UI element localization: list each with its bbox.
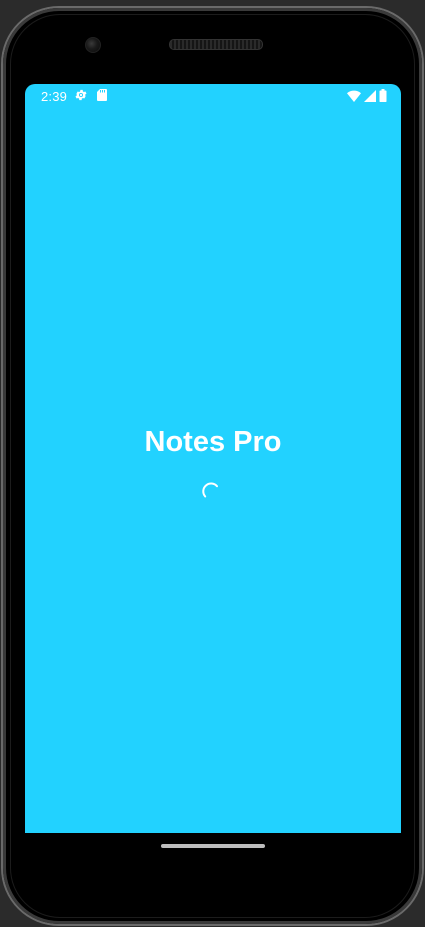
- progress-spinner-icon: [202, 482, 218, 498]
- front-camera: [85, 37, 101, 53]
- status-time: 2:39: [41, 89, 68, 104]
- cell-signal-icon: [364, 89, 376, 102]
- status-bar: 2:39: [25, 84, 401, 108]
- navigation-bar: [25, 833, 401, 863]
- status-indicators: [347, 89, 387, 102]
- earpiece-speaker: [169, 39, 263, 50]
- battery-icon: [379, 89, 387, 102]
- wifi-icon: [347, 90, 361, 102]
- app-screen: 2:39 Notes Pro: [25, 84, 401, 833]
- settings-icon: [75, 89, 87, 101]
- sd-card-icon: [97, 89, 107, 101]
- app-title: Notes Pro: [144, 426, 282, 458]
- home-gesture-handle[interactable]: [161, 844, 265, 848]
